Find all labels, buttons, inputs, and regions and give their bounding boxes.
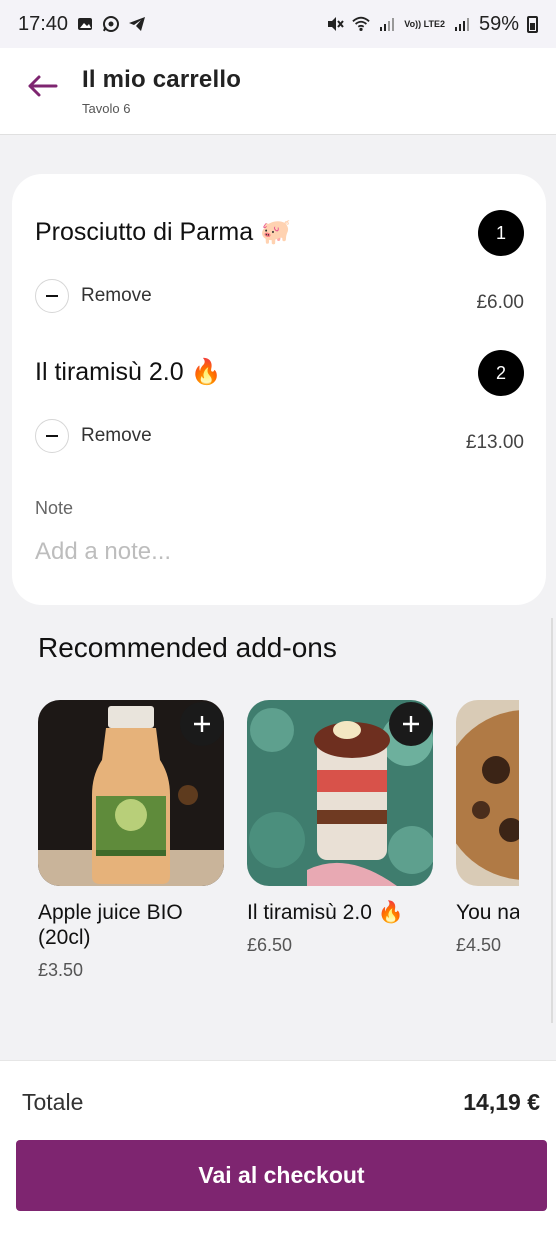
page-title: Il mio carrello [82, 66, 242, 93]
arrow-left-icon [28, 75, 58, 97]
header-titles: Il mio carrello Tavolo 6 [82, 66, 241, 116]
addon-price: £6.50 [247, 935, 293, 955]
addon-image [247, 700, 433, 886]
total-value: 14,19 € [463, 1089, 540, 1115]
note-input[interactable] [35, 534, 515, 570]
remove-label: Remove [81, 425, 152, 446]
cart-item-name: Prosciutto di Parma 🐖 [35, 218, 292, 246]
note-label: Note [35, 498, 74, 518]
status-bar: 17:40 Vo)) LTE2 59% [0, 0, 556, 48]
recommended-carousel[interactable]: Apple juice BIO (20cl) £3.50 Il tiramisù… [38, 700, 519, 1000]
gallery-icon [76, 15, 94, 33]
telegram-icon [128, 15, 146, 33]
status-right: Vo)) LTE2 59% [326, 13, 538, 36]
minus-icon [35, 419, 69, 453]
total-label: Totale [22, 1089, 84, 1115]
signal-icon-2 [453, 15, 471, 33]
app-header: Il mio carrello Tavolo 6 [0, 48, 556, 135]
addon-image [456, 700, 519, 886]
addon-price: £4.50 [456, 935, 502, 955]
cart-item-name: Il tiramisù 2.0 🔥 [35, 358, 222, 386]
mute-icon [326, 15, 345, 33]
remove-button[interactable]: Remove [35, 279, 152, 313]
addon-card[interactable]: Il tiramisù 2.0 🔥 £6.50 [247, 700, 433, 956]
scrollbar[interactable] [551, 618, 553, 1023]
item-price: £6.00 [476, 292, 524, 313]
plus-icon [194, 716, 210, 732]
add-button[interactable] [180, 702, 224, 746]
back-button[interactable] [24, 68, 60, 104]
add-button[interactable] [389, 702, 433, 746]
quantity-badge: 1 [478, 210, 524, 256]
checkout-bar: Totale 14,19 € Vai al checkout [0, 1060, 556, 1243]
status-left: 17:40 [18, 13, 146, 36]
addon-card[interactable]: You name it cookie £4.50 [456, 700, 519, 956]
addon-card[interactable]: Apple juice BIO (20cl) £3.50 [38, 700, 224, 981]
wifi-icon [352, 15, 370, 33]
addon-price: £3.50 [38, 960, 84, 980]
battery-icon [527, 15, 538, 33]
addon-name: You name it cookie [456, 901, 519, 924]
battery-percent: 59% [478, 12, 519, 35]
recommended-title: Recommended add-ons [38, 632, 337, 663]
addon-name: Apple juice BIO (20cl) [38, 901, 183, 949]
whatsapp-icon [102, 15, 120, 33]
remove-button[interactable]: Remove [35, 419, 152, 453]
network-label: Vo)) LTE2 [404, 18, 445, 29]
addon-name: Il tiramisù 2.0 🔥 [247, 901, 404, 924]
table-label: Tavolo 6 [82, 101, 131, 116]
quantity-badge: 2 [478, 350, 524, 396]
plus-icon [403, 716, 419, 732]
remove-label: Remove [81, 285, 152, 306]
status-time: 17:40 [18, 12, 69, 35]
item-price: £13.00 [465, 432, 524, 453]
cart-card: Prosciutto di Parma 🐖 1 Remove £6.00 Il … [12, 174, 546, 605]
checkout-button[interactable]: Vai al checkout [16, 1140, 547, 1211]
signal-icon [378, 15, 396, 33]
minus-icon [35, 279, 69, 313]
addon-image [38, 700, 224, 886]
